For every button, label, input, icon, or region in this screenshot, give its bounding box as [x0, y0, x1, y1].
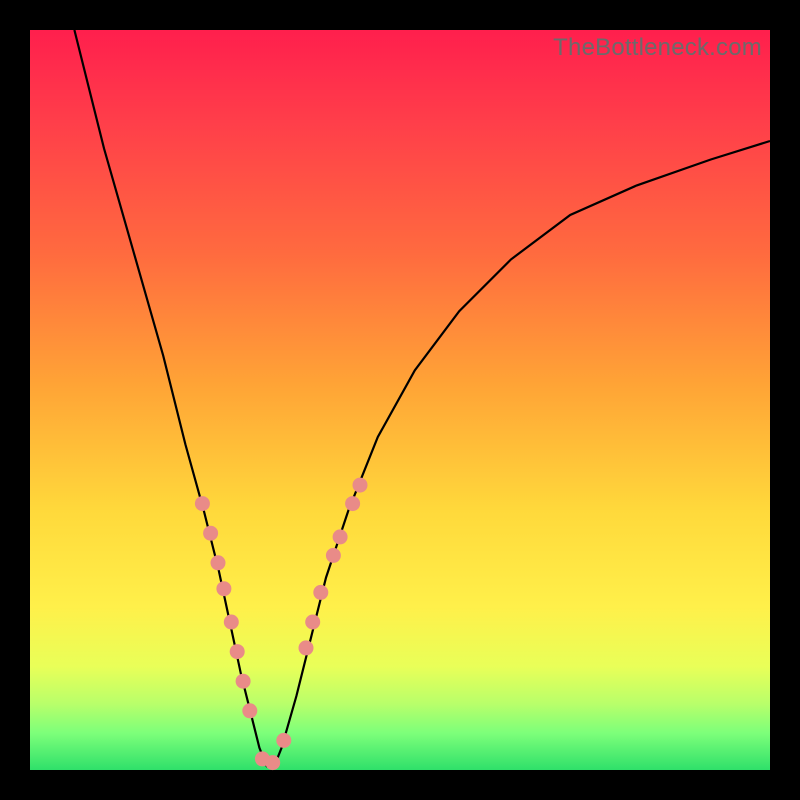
marker-dot — [236, 674, 251, 689]
marker-dot — [305, 615, 320, 630]
marker-dot — [195, 496, 210, 511]
marker-dot — [313, 585, 328, 600]
marker-dot — [224, 615, 239, 630]
marker-dot — [353, 478, 368, 493]
plot-area: TheBottleneck.com — [30, 30, 770, 770]
marker-dot — [216, 581, 231, 596]
marker-dots-group — [195, 478, 368, 770]
marker-dot — [203, 526, 218, 541]
marker-dot — [276, 733, 291, 748]
marker-dot — [211, 555, 226, 570]
marker-dot — [299, 640, 314, 655]
chart-svg — [30, 30, 770, 770]
marker-dot — [326, 548, 341, 563]
marker-dot — [265, 755, 280, 770]
marker-dot — [242, 703, 257, 718]
outer-frame: TheBottleneck.com — [0, 0, 800, 800]
marker-dot — [230, 644, 245, 659]
bottleneck-curve — [74, 30, 770, 766]
marker-dot — [333, 529, 348, 544]
marker-dot — [345, 496, 360, 511]
